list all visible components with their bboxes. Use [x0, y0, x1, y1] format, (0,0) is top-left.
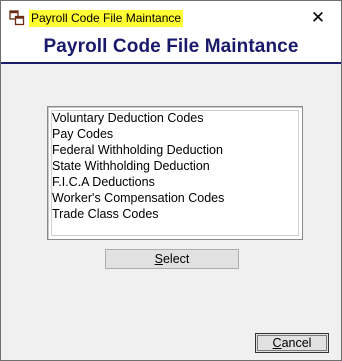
- payroll-code-list[interactable]: Voluntary Deduction Codes Pay Codes Fede…: [47, 106, 303, 240]
- cancel-label-rest: ancel: [281, 336, 312, 350]
- header-band: Payroll Code File Maintance: [1, 32, 341, 64]
- list-item-state-withholding-deduction[interactable]: State Withholding Deduction: [52, 158, 210, 174]
- list-item-federal-withholding-deduction[interactable]: Federal Withholding Deduction: [52, 142, 223, 158]
- list-item-trade-class-codes[interactable]: Trade Class Codes: [52, 206, 159, 222]
- page-title: Payroll Code File Maintance: [43, 36, 299, 57]
- select-mnemonic: S: [154, 252, 163, 266]
- select-button[interactable]: Select: [105, 249, 239, 269]
- list-item-fica-deductions[interactable]: F.I.C.A Deductions: [52, 174, 155, 190]
- title-bar[interactable]: Payroll Code File Maintance ✕: [1, 1, 341, 32]
- payroll-code-window: Payroll Code File Maintance ✕ Payroll Co…: [0, 0, 342, 361]
- app-window-icon: [9, 10, 25, 26]
- list-item-workers-compensation-codes[interactable]: Worker's Compensation Codes: [52, 190, 224, 206]
- close-button[interactable]: ✕: [306, 7, 330, 29]
- list-item-voluntary-deduction-codes[interactable]: Voluntary Deduction Codes: [52, 110, 203, 126]
- list-item-pay-codes[interactable]: Pay Codes: [52, 126, 113, 142]
- window-title: Payroll Code File Maintance: [29, 10, 184, 27]
- cancel-button[interactable]: Cancel: [255, 333, 329, 353]
- cancel-mnemonic: C: [272, 336, 282, 350]
- select-label-rest: elect: [162, 252, 190, 266]
